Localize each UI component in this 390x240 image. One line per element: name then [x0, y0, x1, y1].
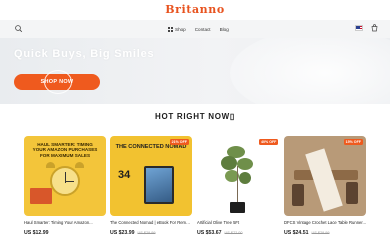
navbar: Shop Contact Blog [0, 20, 390, 38]
nav-item-blog[interactable]: Blog [220, 27, 229, 32]
product-price: US $53.67 US $72.00 [197, 230, 279, 236]
product-title[interactable]: DFCS Vintage Crochet Lace Table Runner..… [284, 220, 366, 225]
book-icon [30, 188, 52, 204]
us-flag-icon[interactable] [355, 25, 363, 31]
nav-item-label: Blog [219, 26, 229, 32]
leaf-cluster [221, 156, 237, 170]
cursor-caret-icon: ▯ [229, 112, 235, 121]
leaf-cluster [239, 172, 251, 184]
product-title[interactable]: Artificial Olive Tree 5Ft [197, 220, 279, 225]
alarm-clock-icon [50, 166, 80, 196]
header-logo-bar: Britanno [0, 0, 390, 20]
product-title[interactable]: Haul Smarter: Timing Your Amazon... [24, 220, 106, 225]
store-logo[interactable]: Britanno [165, 3, 225, 16]
plant-pot [230, 202, 245, 213]
cart-icon[interactable] [371, 24, 378, 32]
alarm-bell-left [46, 162, 55, 168]
nav-links: Shop Contact Blog [168, 20, 229, 38]
nav-item-label: Shop [175, 26, 186, 32]
nav-item-contact[interactable]: Contact [195, 27, 211, 32]
nav-item-shop[interactable]: Shop [168, 26, 186, 32]
current-price: US $24.51 [284, 230, 309, 236]
product-price: US $23.99 US $29.99 [110, 230, 192, 236]
product-image[interactable]: HAUL SMARTER: TIMING YOUR AMAZON PURCHAS… [24, 136, 106, 216]
current-price: US $53.67 [197, 230, 222, 236]
current-price: US $12.99 [24, 230, 49, 236]
current-price: US $23.99 [110, 230, 135, 236]
hero-background-shape [230, 38, 390, 104]
original-price: US $29.99 [311, 231, 330, 235]
product-image[interactable]: 40% OFF [197, 136, 279, 216]
product-price: US $24.51 US $29.99 [284, 230, 366, 236]
hero-banner: Quick Buys, Big Smiles SHOP NOW [0, 38, 390, 104]
section-title: HOT RIGHT NOW▯ [0, 112, 390, 121]
product-card[interactable]: 15% OFF DFCS Vintage Crochet Lace Table … [284, 136, 366, 236]
chair-shape [346, 182, 358, 204]
discount-badge: 21% OFF [169, 139, 189, 145]
grid-icon [168, 26, 173, 32]
leaf-cluster [237, 158, 253, 170]
product-image[interactable]: 21% OFF THE CONNECTED NOMAD 34 [110, 136, 192, 216]
nav-actions [355, 24, 378, 32]
discount-badge: 15% OFF [343, 139, 363, 145]
product-image[interactable]: 15% OFF [284, 136, 366, 216]
table-runner-shape [305, 148, 343, 212]
image-headline: HAUL SMARTER: TIMING YOUR AMAZON PURCHAS… [32, 142, 98, 158]
alarm-bell-right [75, 162, 84, 168]
product-card[interactable]: HAUL SMARTER: TIMING YOUR AMAZON PURCHAS… [24, 136, 106, 236]
product-card[interactable]: 40% OFF Artificial Olive Tree 5Ft US $53… [197, 136, 279, 236]
chair-shape [292, 184, 304, 206]
product-card[interactable]: 21% OFF THE CONNECTED NOMAD 34 The Conne… [110, 136, 192, 236]
nav-item-label: Contact [194, 26, 211, 32]
section-title-text: HOT RIGHT NOW [155, 112, 230, 121]
tablet-icon [144, 166, 174, 204]
product-title[interactable]: The Connected Nomad | eBook For Remote..… [110, 220, 192, 225]
product-price: US $12.99 [24, 230, 106, 236]
discount-badge: 40% OFF [259, 139, 279, 145]
shop-now-button[interactable]: SHOP NOW [14, 74, 100, 90]
search-icon[interactable] [14, 24, 24, 34]
original-price: US $72.00 [224, 231, 243, 235]
hero-headline: Quick Buys, Big Smiles [14, 48, 155, 60]
original-price: US $29.99 [137, 231, 156, 235]
image-number: 34 [118, 169, 131, 181]
